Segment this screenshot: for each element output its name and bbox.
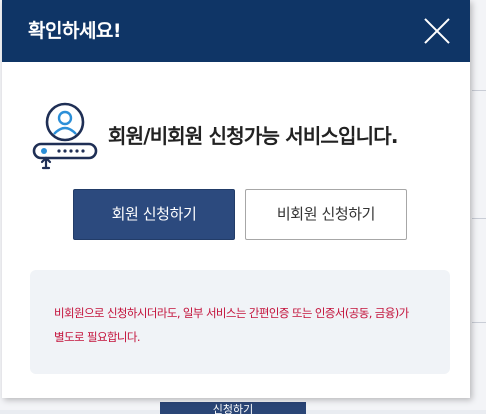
notice-line-2: 별도로 필요합니다. <box>54 330 141 344</box>
modal-header: 확인하세요! <box>2 0 470 62</box>
member-apply-button[interactable]: 회원 신청하기 <box>73 189 235 240</box>
nonmember-apply-button[interactable]: 비회원 신청하기 <box>245 189 407 240</box>
notice-line-1: 비회원으로 신청하시더라도, 일부 서비스는 간편인증 또는 인증서(공동, 금… <box>54 306 409 320</box>
service-headline: 회원/비회원 신청가능 서비스입니다. <box>108 124 398 148</box>
modal-title: 확인하세요! <box>28 20 122 42</box>
background-divider <box>472 218 486 219</box>
background-divider <box>472 322 486 323</box>
close-icon[interactable] <box>424 18 450 44</box>
background-apply-button: 신청하기 <box>160 402 306 414</box>
user-id-card-icon <box>32 102 98 170</box>
notice-box: 비회원으로 신청하시더라도, 일부 서비스는 간편인증 또는 인증서(공동, 금… <box>30 270 450 374</box>
hero-section: 회원/비회원 신청가능 서비스입니다. <box>32 98 452 170</box>
background-divider <box>472 90 486 91</box>
confirm-modal: 확인하세요! 회원/비회원 신청가능 서비스입니다. 회원 신청하기 비회원 신… <box>2 0 470 398</box>
